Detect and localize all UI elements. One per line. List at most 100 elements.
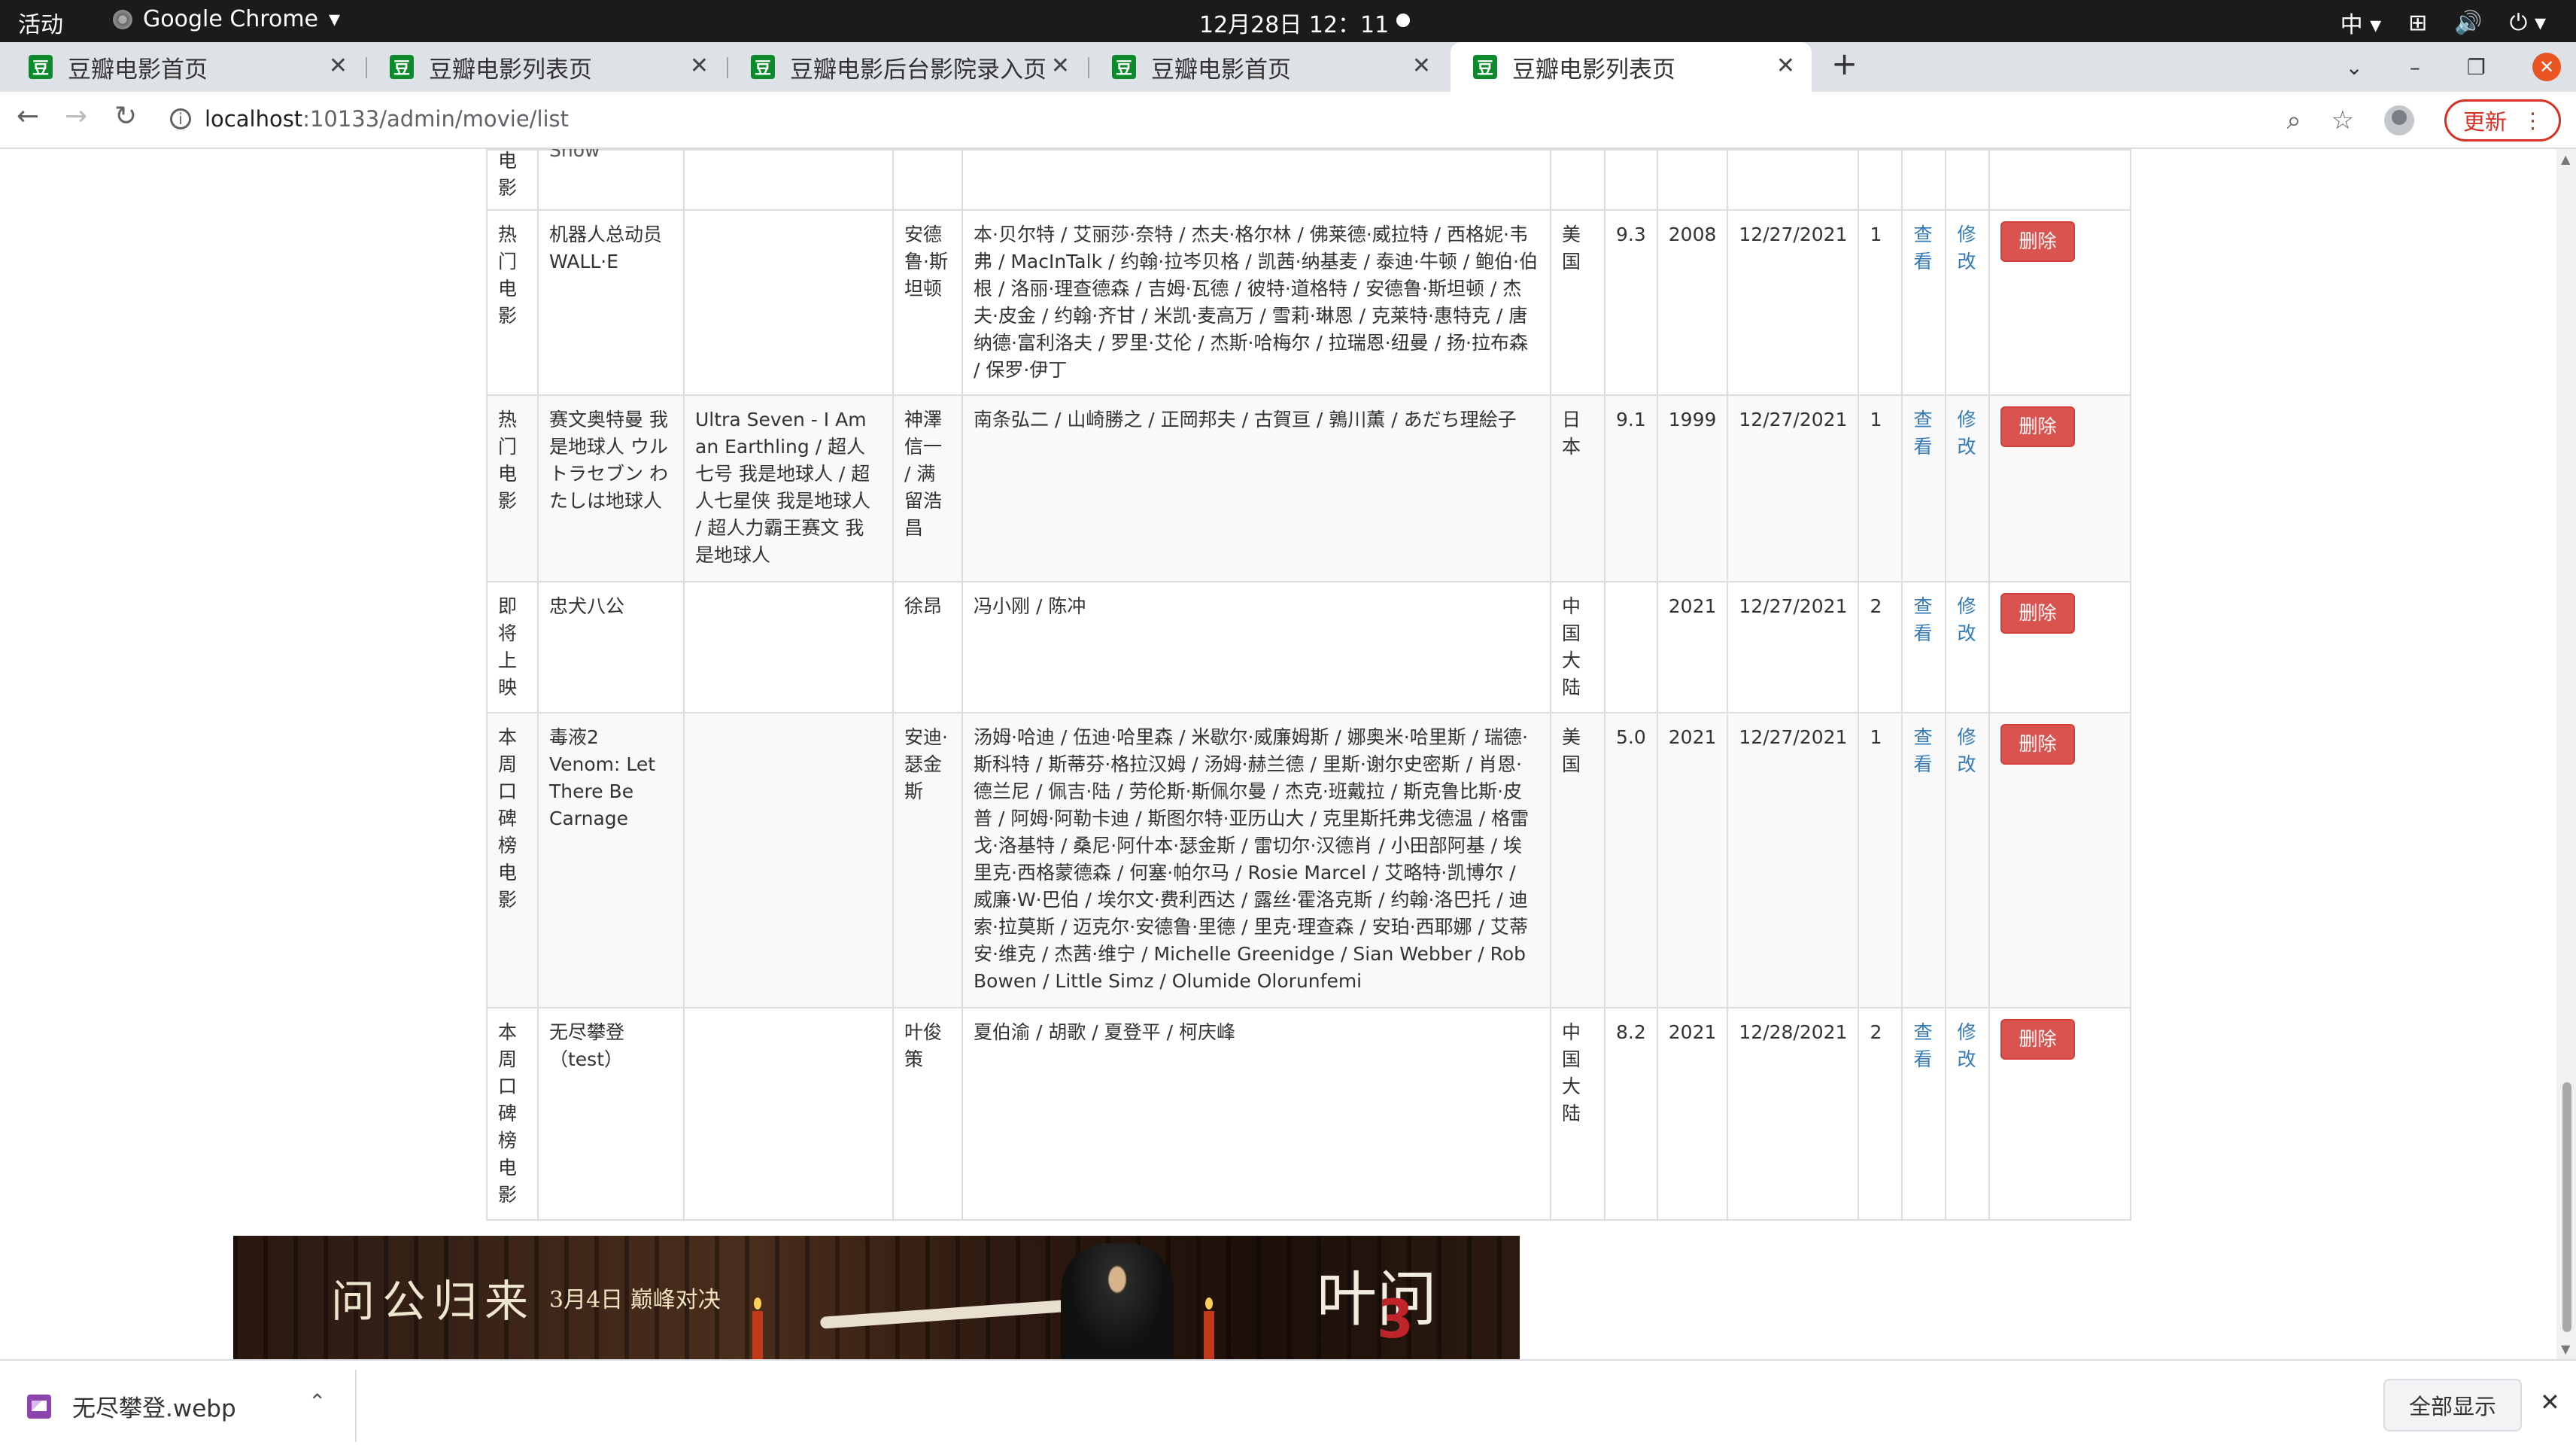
- douban-favicon-icon: 豆: [29, 55, 53, 79]
- tab-title: 豆瓣电影列表页: [429, 56, 592, 84]
- douban-favicon-icon: 豆: [1473, 55, 1497, 79]
- candle-decoration: [1204, 1297, 1214, 1359]
- table-row: 本周口碑榜电影 无尽攀登（test） 叶俊策 夏伯渝 / 胡歌 / 夏登平 / 柯庆峰…: [486, 1007, 2132, 1221]
- table-row: 电影 Show: [486, 149, 2132, 211]
- address-bar[interactable]: i localhost:10133/admin/movie/list: [170, 98, 2397, 140]
- app-menu[interactable]: Google Chrome ▾: [113, 6, 340, 32]
- back-arrow-icon[interactable]: ←: [17, 101, 39, 132]
- page-viewport: 电影 Show 热门电影 机器人总动员 WALL·E 安德鲁·斯坦顿 本·贝尔特 / …: [0, 149, 2576, 1359]
- promo-banner[interactable]: 问公归来 3月4日 巅峰对决 叶问 3: [233, 1236, 1520, 1359]
- url-path: :10133/admin/movie/list: [302, 106, 570, 132]
- tab-douban-home-2[interactable]: 豆 豆瓣电影首页 ✕: [1089, 42, 1447, 92]
- view-link[interactable]: 查看: [1913, 224, 1932, 272]
- cell-type: 本周口碑榜电影: [486, 1007, 539, 1221]
- close-icon[interactable]: ✕: [1412, 53, 1431, 79]
- cell-rating: 8.2: [1604, 1007, 1658, 1221]
- edit-link[interactable]: 修改: [1957, 595, 1976, 644]
- view-link[interactable]: 查看: [1913, 1021, 1932, 1070]
- douban-favicon-icon: 豆: [1112, 55, 1136, 79]
- zoom-icon[interactable]: ⌕: [2286, 105, 2301, 135]
- edit-link[interactable]: 修改: [1957, 726, 1976, 775]
- cell-region: [1550, 149, 1605, 211]
- close-icon[interactable]: ✕: [2540, 1388, 2560, 1416]
- cell-rating: [1604, 581, 1658, 713]
- edit-link[interactable]: 修改: [1957, 1021, 1976, 1070]
- delete-button[interactable]: 删除: [2000, 593, 2075, 634]
- cell-region: 美国: [1550, 712, 1605, 1008]
- tab-douban-list-active[interactable]: 豆 豆瓣电影列表页 ✕: [1451, 42, 1812, 92]
- system-top-bar: 活动 Google Chrome ▾ 12月28日 12：11 中 ▾ ⊞ 🔊 …: [0, 0, 2576, 42]
- delete-button[interactable]: 删除: [2000, 724, 2075, 765]
- download-file-name: 无尽攀登.webp: [72, 1395, 236, 1422]
- cell-actions: [1988, 149, 2132, 211]
- close-icon[interactable]: ✕: [1776, 53, 1795, 79]
- cell-actions: 删除: [1988, 209, 2132, 396]
- update-label: 更新: [2462, 109, 2507, 135]
- cell-director: 安迪·瑟金斯: [892, 712, 963, 1008]
- tab-douban-cinema-admin[interactable]: 豆 豆瓣电影后台影院录入页 ✕: [728, 42, 1086, 92]
- delete-button[interactable]: 删除: [2000, 1019, 2075, 1060]
- scrollbar-thumb[interactable]: [2562, 1082, 2571, 1332]
- delete-button[interactable]: 删除: [2000, 221, 2075, 262]
- activities-button[interactable]: 活动: [18, 6, 63, 39]
- forward-arrow-icon[interactable]: →: [65, 101, 87, 132]
- cell-type: 电影: [486, 149, 539, 211]
- banner-logo-number: 3: [1377, 1288, 1414, 1350]
- cell-type-text: 电影: [498, 150, 518, 199]
- cell-name-text: Show: [549, 149, 600, 161]
- edit-link[interactable]: 修改: [1957, 224, 1976, 272]
- cell-year: 2021: [1656, 1007, 1729, 1221]
- cell-date: 12/27/2021: [1727, 712, 1860, 1008]
- chrome-icon: [113, 9, 132, 29]
- cell-director: [892, 149, 963, 211]
- bookmark-star-icon[interactable]: ☆: [2331, 105, 2354, 135]
- view-link[interactable]: 查看: [1913, 726, 1932, 775]
- new-tab-plus-icon[interactable]: +: [1831, 45, 1858, 82]
- update-button[interactable]: 更新 ⋮: [2444, 99, 2561, 141]
- cell-actors: 汤姆·哈迪 / 伍迪·哈里森 / 米歇尔·威廉姆斯 / 娜奥米·哈里斯 / 瑞德…: [961, 712, 1551, 1008]
- cell-date: 12/27/2021: [1727, 581, 1860, 713]
- profile-avatar-icon[interactable]: [2383, 105, 2414, 135]
- cell-edit: 修改: [1945, 209, 1991, 396]
- tab-title: 豆瓣电影首页: [1151, 56, 1291, 84]
- cell-name: 赛文奥特曼 我是地球人 ウルトラセブン わたしは地球人: [537, 394, 685, 583]
- banner-subtitle: 3月4日 巅峰对决: [549, 1287, 721, 1313]
- close-icon[interactable]: ✕: [690, 53, 709, 79]
- chevron-up-icon[interactable]: ⌃: [308, 1389, 326, 1414]
- minimize-icon[interactable]: –: [2410, 55, 2420, 80]
- reload-icon[interactable]: ↻: [114, 101, 137, 132]
- cell-edit: [1945, 149, 1991, 211]
- scroll-down-icon[interactable]: ▼: [2561, 1342, 2570, 1356]
- tab-douban-home[interactable]: 豆 豆瓣电影首页 ✕: [6, 42, 364, 92]
- clock[interactable]: 12月28日 12：11: [1199, 6, 1389, 39]
- cell-view: 查看: [1901, 1007, 1947, 1221]
- download-item[interactable]: 无尽攀登.webp: [27, 1389, 236, 1423]
- input-method[interactable]: 中 ▾: [2341, 6, 2382, 39]
- system-tray[interactable]: 中 ▾ ⊞ 🔊 ⏻ ▾: [2341, 6, 2546, 39]
- tab-search-chevron-icon[interactable]: ⌄: [2345, 55, 2362, 80]
- site-info-icon[interactable]: i: [170, 108, 191, 129]
- cell-name: 无尽攀登（test）: [537, 1007, 685, 1221]
- restore-icon[interactable]: ❐: [2467, 55, 2486, 80]
- scroll-up-icon[interactable]: ▲: [2561, 152, 2570, 166]
- show-all-button[interactable]: 全部显示: [2383, 1379, 2522, 1431]
- cell-type: 本周口碑榜电影: [486, 712, 539, 1008]
- view-link[interactable]: 查看: [1913, 409, 1932, 458]
- cell-actors: [961, 149, 1551, 211]
- cell-date: 12/27/2021: [1727, 209, 1860, 396]
- url-host: localhost: [205, 106, 303, 132]
- page-scrollbar[interactable]: ▲ ▼: [2556, 149, 2576, 1359]
- tab-douban-list[interactable]: 豆 豆瓣电影列表页 ✕: [367, 42, 725, 92]
- close-icon[interactable]: ✕: [1051, 53, 1070, 79]
- edit-link[interactable]: 修改: [1957, 409, 1976, 458]
- candle-decoration: [752, 1297, 763, 1359]
- window-close-icon[interactable]: ✕: [2532, 53, 2561, 81]
- tab-strip: 豆 豆瓣电影首页 ✕ 豆 豆瓣电影列表页 ✕ 豆 豆瓣电影后台影院录入页 ✕ 豆…: [0, 42, 2576, 92]
- view-link[interactable]: 查看: [1913, 595, 1932, 644]
- cell-edit: 修改: [1945, 1007, 1991, 1221]
- window-controls: ⌄ – ❐ ✕: [2345, 42, 2576, 92]
- close-icon[interactable]: ✕: [329, 53, 348, 79]
- cell-year: 1999: [1656, 394, 1729, 583]
- more-vertical-icon: ⋮: [2522, 108, 2544, 133]
- delete-button[interactable]: 删除: [2000, 406, 2075, 447]
